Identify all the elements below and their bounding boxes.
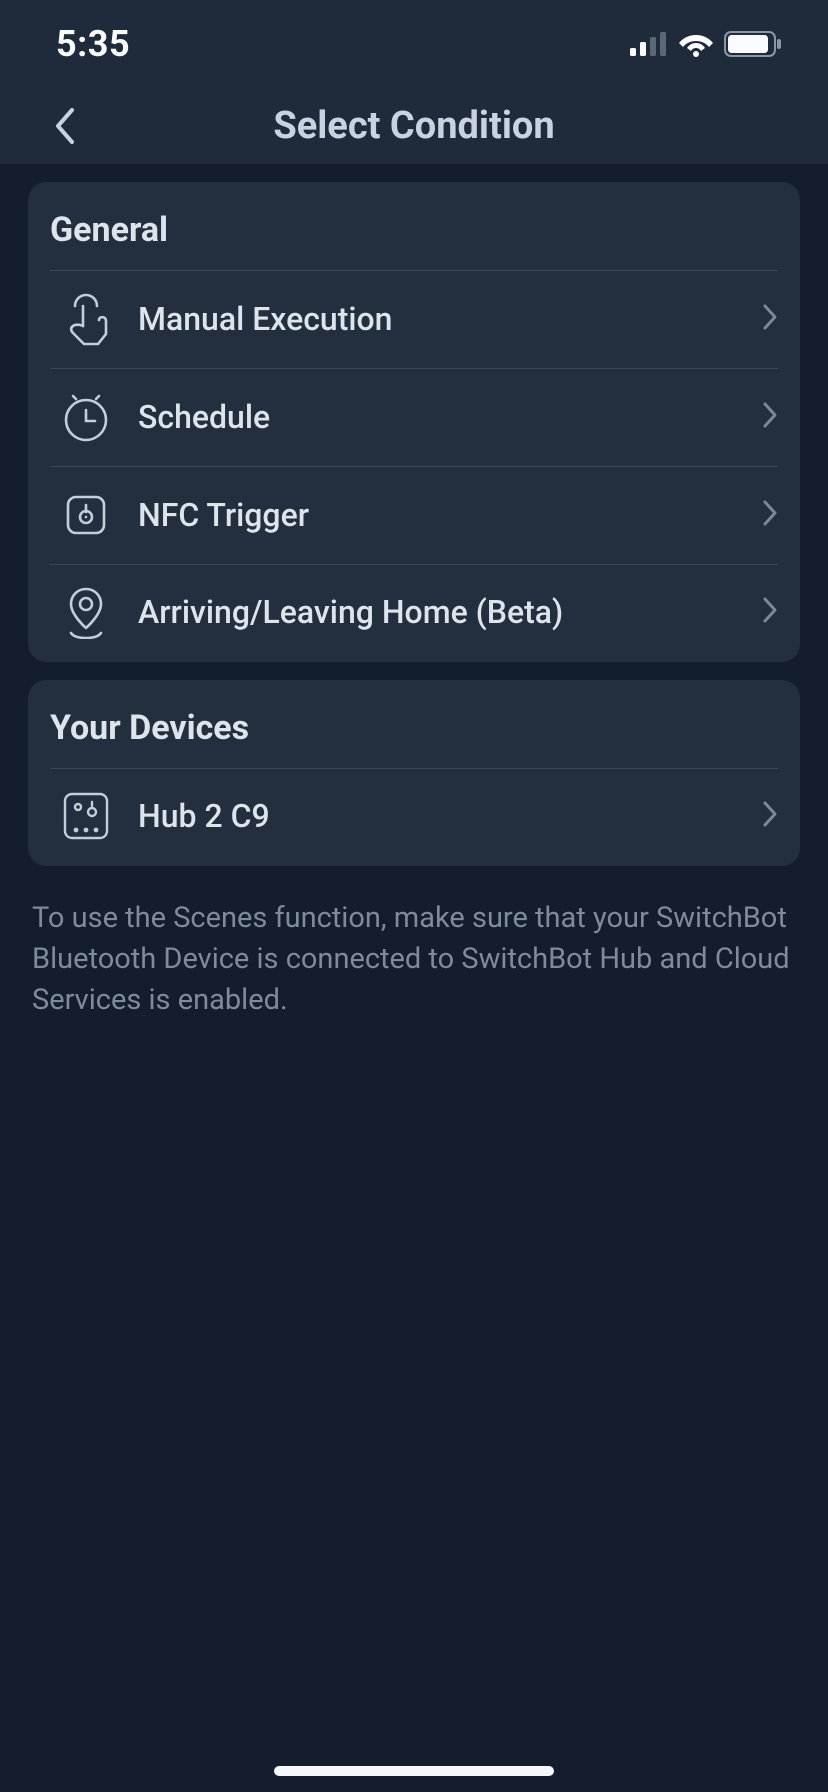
status-bar: 5:35 <box>0 0 828 88</box>
home-indicator <box>274 1766 554 1776</box>
clock-icon <box>42 391 130 443</box>
row-label: Schedule <box>130 398 762 436</box>
cellular-icon <box>630 32 668 56</box>
row-label: Manual Execution <box>130 300 762 338</box>
row-manual-execution[interactable]: Manual Execution <box>28 270 800 368</box>
chevron-right-icon <box>762 596 778 628</box>
section-devices-header: Your Devices <box>28 680 800 768</box>
content: General Manual Execution <box>0 164 828 1022</box>
chevron-right-icon <box>762 303 778 335</box>
row-arriving-leaving-home[interactable]: Arriving/Leaving Home (Beta) <box>28 564 800 662</box>
chevron-right-icon <box>762 800 778 832</box>
tap-icon <box>42 292 130 346</box>
back-button[interactable] <box>40 102 88 150</box>
row-schedule[interactable]: Schedule <box>28 368 800 466</box>
page-title: Select Condition <box>0 104 828 148</box>
section-devices: Your Devices Hub 2 C9 <box>28 680 800 866</box>
row-device-hub2c9[interactable]: Hub 2 C9 <box>28 768 800 866</box>
status-indicators <box>630 31 782 57</box>
chevron-left-icon <box>53 107 75 145</box>
footer-note: To use the Scenes function, make sure th… <box>28 884 800 1022</box>
hub-device-icon <box>42 790 130 842</box>
section-general: General Manual Execution <box>28 182 800 662</box>
chevron-right-icon <box>762 401 778 433</box>
row-nfc-trigger[interactable]: NFC Trigger <box>28 466 800 564</box>
location-pin-icon <box>42 585 130 639</box>
nfc-icon <box>42 493 130 537</box>
row-label: Hub 2 C9 <box>130 797 762 835</box>
wifi-icon <box>678 31 714 57</box>
nav-bar: Select Condition <box>0 88 828 164</box>
status-time: 5:35 <box>56 23 130 65</box>
row-label: Arriving/Leaving Home (Beta) <box>130 593 762 631</box>
battery-icon <box>724 31 782 57</box>
row-label: NFC Trigger <box>130 496 762 534</box>
chevron-right-icon <box>762 499 778 531</box>
section-general-header: General <box>28 182 800 270</box>
